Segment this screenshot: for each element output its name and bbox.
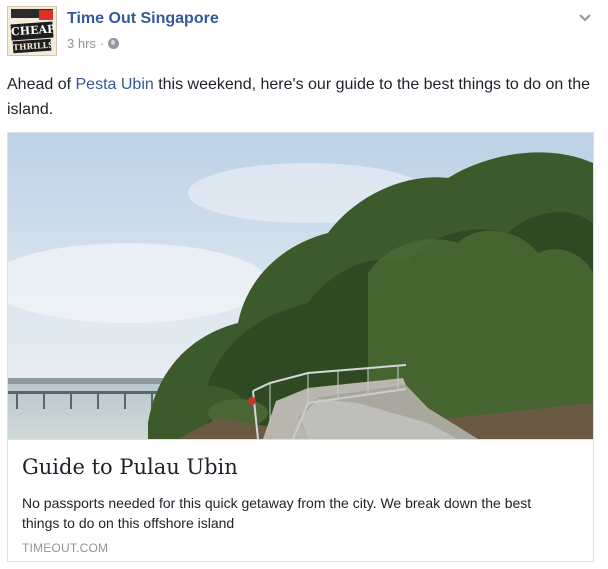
- globe-icon[interactable]: [108, 38, 120, 49]
- avatar-text-cheap: CHEAP: [10, 21, 56, 41]
- post-message: Ahead of Pesta Ubin this weekend, here's…: [7, 72, 597, 122]
- page-name-link[interactable]: Time Out Singapore: [67, 10, 219, 28]
- chevron-down-icon[interactable]: [577, 10, 593, 26]
- facebook-post: CHEAP THRILLS Time Out Singapore 3 hrs ·…: [0, 0, 608, 569]
- post-text-before: Ahead of: [7, 76, 76, 93]
- link-domain: TIMEOUT.COM: [22, 541, 109, 555]
- post-header: CHEAP THRILLS Time Out Singapore 3 hrs ·: [7, 6, 601, 58]
- link-title[interactable]: Guide to Pulau Ubin: [22, 455, 238, 479]
- link-preview-card[interactable]: Guide to Pulau Ubin No passports needed …: [7, 132, 594, 562]
- link-description: No passports needed for this quick getaw…: [22, 495, 532, 531]
- link-preview-image[interactable]: [8, 133, 593, 439]
- meta-separator: ·: [99, 36, 105, 51]
- page-avatar[interactable]: CHEAP THRILLS: [7, 6, 57, 56]
- avatar-badge: [39, 10, 53, 20]
- pesta-ubin-link[interactable]: Pesta Ubin: [76, 76, 154, 93]
- post-timestamp[interactable]: 3 hrs: [67, 36, 96, 51]
- avatar-text-thrills: THRILLS: [12, 38, 55, 54]
- post-meta: 3 hrs ·: [67, 36, 120, 51]
- link-preview-body[interactable]: Guide to Pulau Ubin No passports needed …: [8, 439, 593, 561]
